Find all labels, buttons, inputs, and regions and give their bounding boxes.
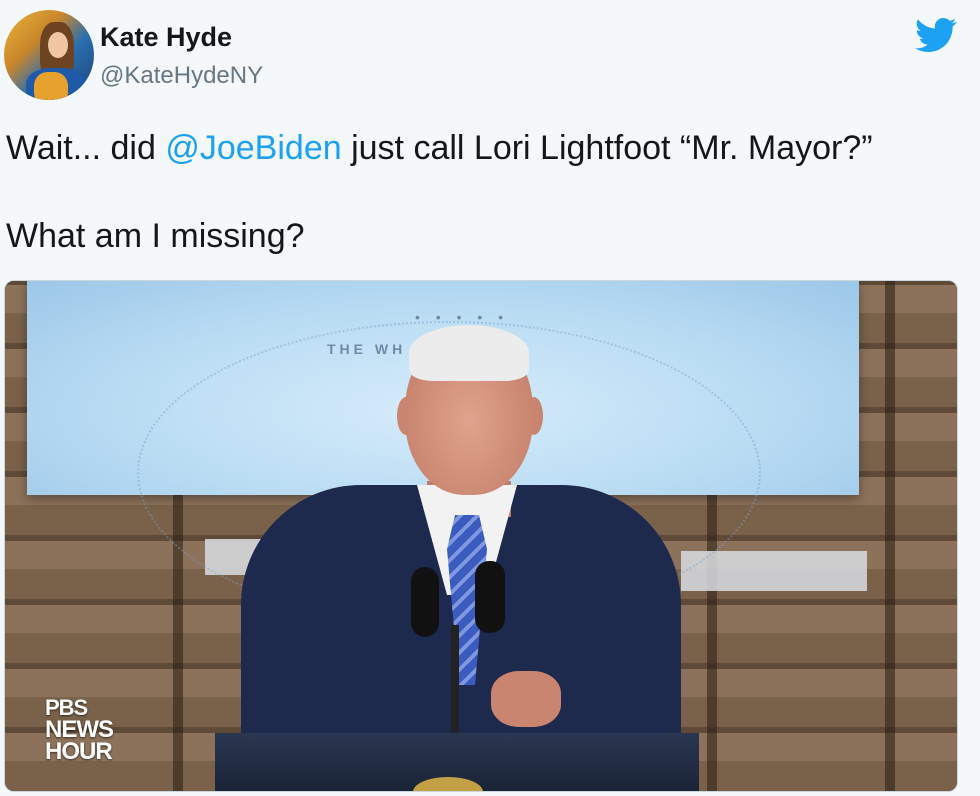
tweet-card: Kate Hyde @KateHydeNY Wait... did @JoeBi… xyxy=(0,0,980,796)
twitter-bird-icon[interactable] xyxy=(912,14,960,56)
tweet-text-line-2: What am I missing? xyxy=(6,217,305,255)
hair xyxy=(409,325,529,381)
tweet-text-gap xyxy=(6,170,966,214)
microphone xyxy=(411,567,439,637)
tweet-text-part: just call Lori Lightfoot “Mr. Mayor?” xyxy=(341,129,873,167)
watermark-line: HOUR xyxy=(45,738,113,765)
tweet-media-video[interactable]: • • • • • THE WH USE PBS NEWS HOUR xyxy=(4,280,958,792)
hand xyxy=(491,671,561,727)
speaker xyxy=(241,325,681,791)
tweet-text-part: Wait... did xyxy=(6,129,166,167)
author-name[interactable]: Kate Hyde xyxy=(100,22,232,53)
screen-dots: • • • • • xyxy=(415,309,510,325)
mention-link[interactable]: @JoeBiden xyxy=(165,129,341,167)
pbs-newshour-watermark: PBS NEWS HOUR xyxy=(45,697,114,765)
avatar-top xyxy=(34,72,68,100)
author-handle[interactable]: @KateHydeNY xyxy=(100,62,263,90)
avatar[interactable] xyxy=(4,10,94,100)
tweet-text: Wait... did @JoeBiden just call Lori Lig… xyxy=(6,126,966,258)
avatar-face xyxy=(48,32,68,58)
microphone xyxy=(475,561,505,633)
tweet-text-line-1: Wait... did @JoeBiden just call Lori Lig… xyxy=(6,126,966,170)
